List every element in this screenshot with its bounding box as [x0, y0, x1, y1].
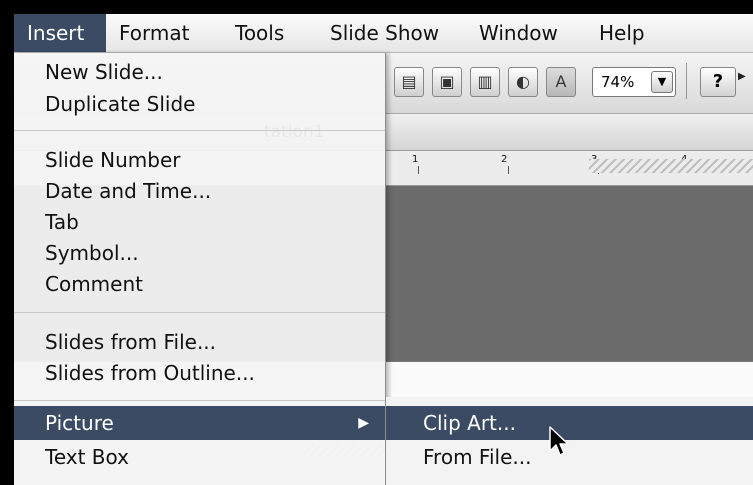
- zoom-value: 74%: [601, 73, 635, 91]
- menu-item-label: Symbol...: [45, 241, 139, 265]
- ruler-number: 2: [501, 154, 508, 165]
- ruler-tick: [508, 166, 509, 174]
- menu-item-comment[interactable]: Comment: [14, 267, 385, 301]
- menu-item-label: Slide Number: [45, 148, 181, 172]
- ruler-tick: [418, 166, 419, 174]
- insert-menu: New Slide... Duplicate Slide Slide Numbe…: [14, 53, 386, 485]
- menu-item-new-slide[interactable]: New Slide...: [14, 55, 385, 89]
- submenu-item-label: Clip Art...: [423, 411, 516, 435]
- slide-icon[interactable]: ▥: [470, 67, 500, 97]
- color-icon[interactable]: ◐: [508, 67, 538, 97]
- menu-item-label: Tab: [45, 210, 79, 234]
- menu-item-label: Picture: [45, 411, 114, 435]
- text-box-icon[interactable]: A: [546, 67, 576, 97]
- menu-help[interactable]: Help: [599, 14, 645, 52]
- menu-item-tab[interactable]: Tab: [14, 205, 385, 239]
- menu-format[interactable]: Format: [119, 14, 189, 52]
- menu-item-slide-number[interactable]: Slide Number: [14, 143, 385, 177]
- menu-separator: [14, 400, 385, 401]
- menu-item-label: Text Box: [45, 445, 129, 469]
- menu-item-picture[interactable]: Picture ▶: [14, 406, 385, 440]
- menu-item-symbol[interactable]: Symbol...: [14, 236, 385, 270]
- ruler-hatch: [589, 159, 753, 173]
- mouse-cursor-icon: [549, 426, 569, 456]
- menu-separator: [14, 312, 385, 313]
- toolbar-overflow-icon[interactable]: ▶: [738, 71, 746, 82]
- ruler-number: 1: [412, 154, 419, 165]
- help-icon[interactable]: ?: [700, 67, 736, 97]
- submenu-arrow-icon: ▶: [358, 415, 369, 431]
- menu-insert[interactable]: Insert: [14, 14, 106, 52]
- zoom-select[interactable]: 74% ▼: [592, 67, 676, 97]
- menu-item-label: Date and Time...: [45, 179, 212, 203]
- menu-item-label: Slides from File...: [45, 330, 217, 354]
- menu-item-label: Slides from Outline...: [45, 361, 255, 385]
- submenu-item-label: From File...: [423, 445, 532, 469]
- toolbar-separator: [686, 63, 687, 99]
- layout-icon[interactable]: ▤: [394, 67, 424, 97]
- menu-item-label: New Slide...: [45, 60, 163, 84]
- menu-item-slides-from-outline[interactable]: Slides from Outline...: [14, 356, 385, 390]
- new-slide-icon[interactable]: ▣: [432, 67, 462, 97]
- chevron-down-icon[interactable]: ▼: [651, 71, 673, 93]
- menu-window[interactable]: Window: [479, 14, 558, 52]
- menu-item-label: Duplicate Slide: [45, 92, 196, 116]
- menu-item-date-and-time[interactable]: Date and Time...: [14, 174, 385, 208]
- menu-item-duplicate-slide[interactable]: Duplicate Slide: [14, 87, 385, 121]
- menu-item-label: Comment: [45, 272, 143, 296]
- menu-bar: Insert Format Tools Slide Show Window He…: [14, 14, 753, 53]
- menu-item-slides-from-file[interactable]: Slides from File...: [14, 325, 385, 359]
- menu-tools[interactable]: Tools: [235, 14, 284, 52]
- screenshot-frame: Insert Format Tools Slide Show Window He…: [0, 0, 753, 485]
- menu-item-text-box[interactable]: Text Box: [14, 440, 385, 474]
- menu-slide-show[interactable]: Slide Show: [330, 14, 439, 52]
- menu-separator: [14, 130, 385, 131]
- screen: Insert Format Tools Slide Show Window He…: [14, 14, 753, 485]
- menu-insert-label: Insert: [27, 21, 85, 45]
